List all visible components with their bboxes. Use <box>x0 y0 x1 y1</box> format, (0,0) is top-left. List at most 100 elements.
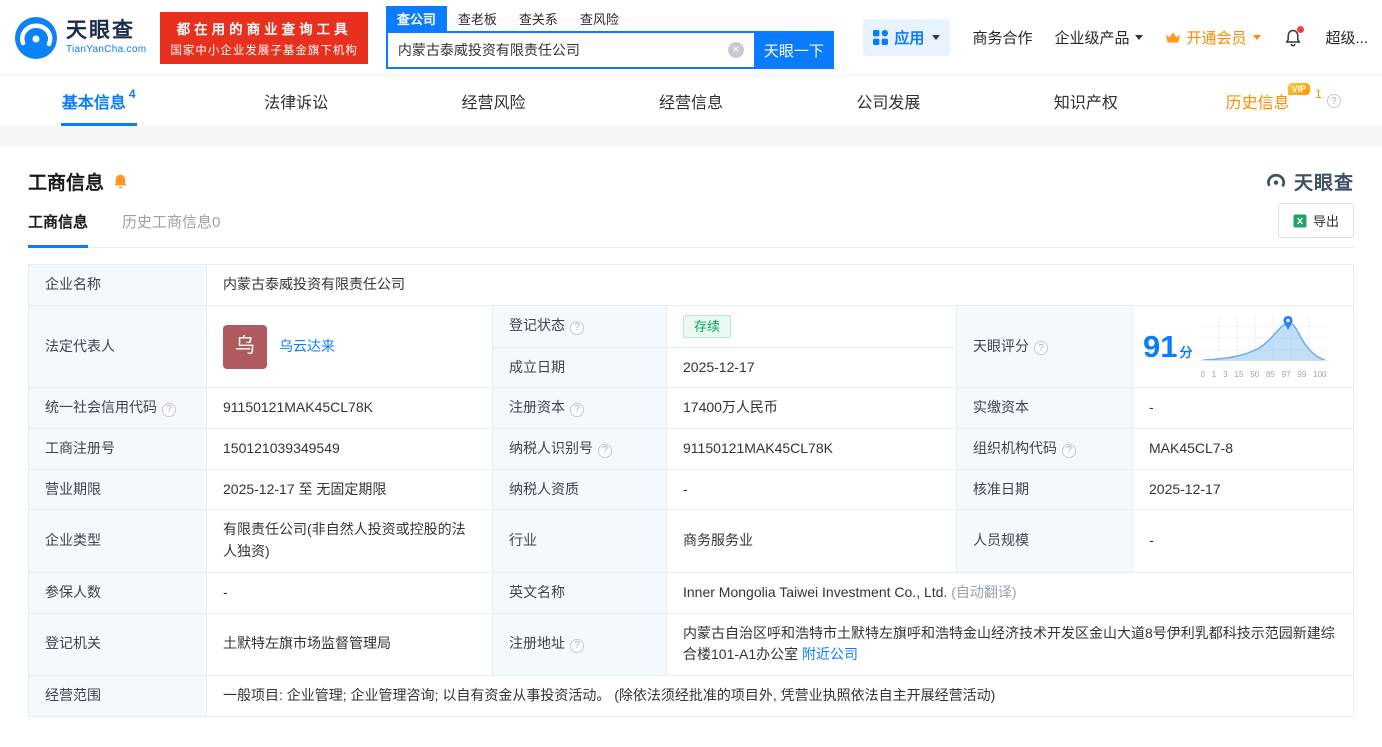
reg-authority-label: 登记机关 <box>28 612 207 676</box>
taxpayer-quality-value: - <box>666 468 957 511</box>
status-badge: 存续 <box>683 314 732 338</box>
business-scope-value: 一般项目: 企业管理; 企业管理咨询; 以自有资金从事投资活动。 (除依法须经批… <box>206 674 1354 717</box>
business-scope-label: 经营范围 <box>28 674 207 717</box>
taxpayer-id-value: 91150121MAK45CL78K <box>666 428 957 470</box>
business-cooperation-label: 商务合作 <box>972 30 1033 47</box>
tab-history-info-label: 历史信息 <box>1225 95 1290 112</box>
enterprise-products-menu[interactable]: 企业级产品 <box>1054 27 1144 48</box>
tab-operation-info[interactable]: 经营信息 <box>592 76 789 126</box>
search-input-wrap: × <box>385 31 754 69</box>
enterprise-products-label: 企业级产品 <box>1054 30 1130 47</box>
clear-search-icon[interactable]: × <box>727 42 744 58</box>
auto-translate-note: (自动翻译) <box>951 583 1017 600</box>
row-insured-count: 参保人数 - 英文名称 Inner Mongolia Taiwei Invest… <box>28 571 1354 614</box>
search-tab-company[interactable]: 查公司 <box>385 6 447 31</box>
section-title: 工商信息 <box>28 173 105 194</box>
staff-size-label: 人员规模 <box>956 509 1133 573</box>
export-button[interactable]: 导出 <box>1277 203 1354 238</box>
nearby-companies-link[interactable]: 附近公司 <box>802 646 858 662</box>
business-term-value: 2025-12-17 至 无固定期限 <box>206 468 493 511</box>
corner-logo-text: 天眼查 <box>1293 173 1354 194</box>
english-name-text: Inner Mongolia Taiwei Investment Co., Lt… <box>683 583 948 600</box>
industry-label: 行业 <box>492 509 667 573</box>
score-axis-labels: 0 1 3 15 50 85 97 99 100 <box>1200 370 1327 380</box>
legal-rep-label: 法定代表人 <box>28 304 207 389</box>
help-icon[interactable]: ? <box>1326 94 1341 108</box>
super-vip-label: 超级... <box>1325 30 1368 47</box>
vip-badge: VIP <box>1287 83 1311 95</box>
reg-number-value: 150121039349549 <box>206 428 493 470</box>
legal-rep-link[interactable]: 乌云达来 <box>279 336 335 358</box>
org-code-label: 组织机构代码? <box>956 428 1133 470</box>
reg-capital-label-text: 注册资本 <box>509 399 565 416</box>
section-header: 工商信息 天眼查 <box>28 146 1354 195</box>
score-number: 91 分 <box>1143 331 1193 362</box>
apps-menu[interactable]: 应用 <box>863 19 951 56</box>
insured-count-label: 参保人数 <box>28 571 207 614</box>
staff-size-value: - <box>1132 509 1354 573</box>
tab-basic-info-count: 4 <box>128 87 136 101</box>
corner-logo-icon <box>1267 173 1286 187</box>
super-vip-menu[interactable]: 超级... <box>1325 27 1368 48</box>
search-input[interactable] <box>387 42 728 58</box>
row-reg-authority: 登记机关 土默特左旗市场监督管理局 注册地址? 内蒙古自治区呼和浩特市土默特左旗… <box>28 612 1354 676</box>
help-icon[interactable]: ? <box>598 443 612 458</box>
top-menu: 应用 商务合作 企业级产品 开通会员 超级... <box>863 19 1368 56</box>
promo-banner: 都在用的商业查询工具 国家中小企业发展子基金旗下机构 <box>160 11 368 64</box>
subtab-business-info[interactable]: 工商信息 <box>28 211 89 248</box>
english-name-label: 英文名称 <box>492 571 667 614</box>
notification-bell[interactable] <box>1283 25 1305 48</box>
tab-basic-info[interactable]: 基本信息 4 <box>0 76 197 126</box>
company-name-label: 企业名称 <box>28 264 207 306</box>
help-icon[interactable]: ? <box>570 321 584 336</box>
corner-watermark-logo: 天眼查 <box>1264 168 1354 195</box>
excel-icon <box>1293 214 1307 227</box>
export-button-label: 导出 <box>1312 214 1339 229</box>
tab-operation-risk[interactable]: 经营风险 <box>395 76 592 126</box>
business-term-label: 营业期限 <box>28 468 207 511</box>
credit-code-value: 91150121MAK45CL78K <box>206 387 493 430</box>
tab-intellectual-property-label: 知识产权 <box>1053 95 1118 112</box>
reg-address-label-text: 注册地址 <box>509 635 565 652</box>
help-icon[interactable]: ? <box>570 403 584 418</box>
tianyancha-logo-icon <box>15 16 57 59</box>
help-icon[interactable]: ? <box>1034 341 1048 356</box>
tab-history-info[interactable]: 历史信息 VIP 1 ? <box>1185 76 1382 126</box>
tab-company-development-label: 公司发展 <box>856 95 921 112</box>
search-tab-risk[interactable]: 查风险 <box>569 6 630 31</box>
search-tab-boss[interactable]: 查老板 <box>447 6 508 31</box>
company-name-value: 内蒙古泰威投资有限责任公司 <box>206 264 1354 306</box>
help-icon[interactable]: ? <box>1062 443 1076 458</box>
search-box: × 天眼一下 <box>385 31 834 69</box>
english-name-value: Inner Mongolia Taiwei Investment Co., Lt… <box>666 571 1354 614</box>
paid-capital-value: - <box>1132 387 1354 430</box>
subtab-history-business-info[interactable]: 历史工商信息0 <box>122 211 220 247</box>
vip-membership-menu[interactable]: 开通会员 <box>1165 27 1262 48</box>
search-tab-relation[interactable]: 查关系 <box>508 6 569 31</box>
paid-capital-label: 实缴资本 <box>956 387 1133 430</box>
tab-intellectual-property[interactable]: 知识产权 <box>987 76 1184 126</box>
tianyancha-logo[interactable]: 天眼查 TianYanCha.com <box>14 16 146 60</box>
tab-company-development[interactable]: 公司发展 <box>790 76 987 126</box>
crown-icon <box>1166 32 1181 43</box>
subscribe-bell-icon[interactable] <box>112 173 129 190</box>
tab-history-info-count: 1 <box>1315 87 1322 101</box>
row-business-scope: 经营范围 一般项目: 企业管理; 企业管理咨询; 以自有资金从事投资活动。 (除… <box>28 674 1354 717</box>
reg-status-value: 存续 <box>666 304 957 348</box>
tab-operation-risk-label: 经营风险 <box>461 95 526 112</box>
tab-legal-proceedings[interactable]: 法律诉讼 <box>197 76 394 126</box>
business-cooperation-link[interactable]: 商务合作 <box>972 27 1032 48</box>
search-button[interactable]: 天眼一下 <box>753 31 834 69</box>
caret-down-icon <box>1135 35 1144 40</box>
legal-rep-avatar[interactable]: 乌 <box>223 324 267 369</box>
help-icon[interactable]: ? <box>570 639 584 654</box>
score-value: 91 <box>1143 329 1178 365</box>
help-icon[interactable]: ? <box>162 403 176 418</box>
score-distribution-chart: 0 1 3 15 50 85 97 99 100 <box>1200 314 1327 380</box>
row-reg-number: 工商注册号 150121039349549 纳税人识别号? 91150121MA… <box>28 428 1354 470</box>
credit-code-label: 统一社会信用代码? <box>28 387 207 430</box>
taxpayer-quality-label: 纳税人资质 <box>492 468 667 511</box>
reg-status-label-text: 登记状态 <box>509 317 565 334</box>
row-credit-code: 统一社会信用代码? 91150121MAK45CL78K 注册资本? 17400… <box>28 387 1354 430</box>
org-code-value: MAK45CL7-8 <box>1132 428 1354 470</box>
